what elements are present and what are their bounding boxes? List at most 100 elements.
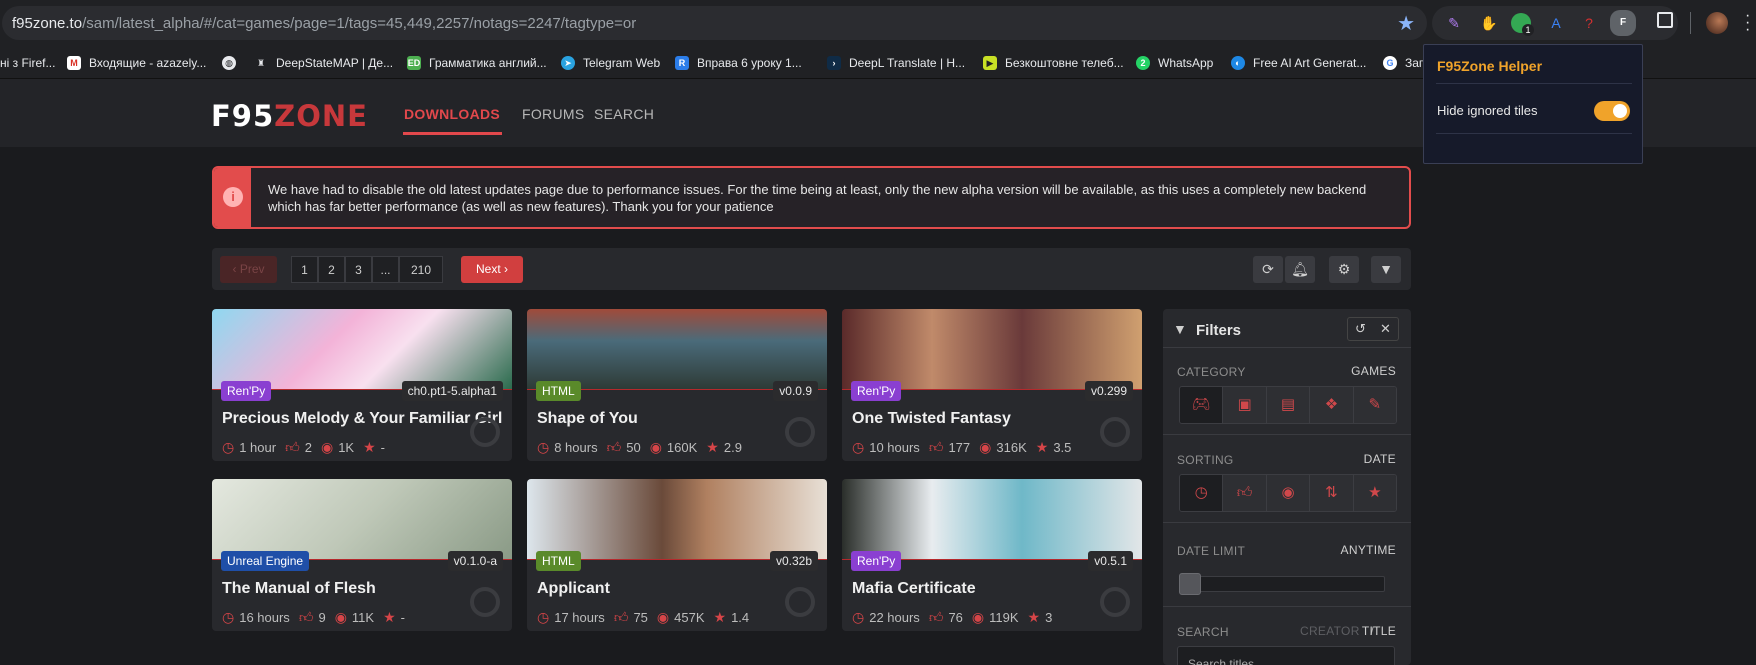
game-title[interactable]: Shape of You: [537, 410, 819, 428]
views-count: 160K: [666, 440, 698, 455]
bookmark-item[interactable]: R Вправа 6 уроку 1...: [675, 54, 802, 72]
nav-search[interactable]: SEARCH: [594, 106, 654, 122]
address-bar[interactable]: f95zone.to/sam/latest_alpha/#/cat=games/…: [2, 6, 1427, 40]
bookmark-item[interactable]: ні з Firef...: [0, 54, 55, 72]
game-title[interactable]: Precious Melody & Your Familiar Girl: [222, 410, 504, 428]
game-thumbnail[interactable]: [842, 479, 1142, 560]
hide-ignored-toggle[interactable]: [1594, 101, 1630, 121]
game-tile[interactable]: Ren'Py ch0.pt1-5.alpha1 Precious Melody & …: [212, 309, 512, 461]
extensions-puzzle-icon[interactable]: [1657, 12, 1673, 28]
star-icon: ★: [1035, 439, 1049, 455]
translate-extension-icon[interactable]: A: [1546, 13, 1566, 33]
page-1-button[interactable]: 1: [291, 256, 318, 283]
clock-icon[interactable]: ◷: [1180, 475, 1224, 511]
toolbar-divider: [1690, 12, 1691, 34]
logo-f95: F95: [211, 99, 275, 133]
browser-toolbar: f95zone.to/sam/latest_alpha/#/cat=games/…: [0, 0, 1756, 47]
game-title[interactable]: The Manual of Flesh: [222, 580, 504, 598]
filter-toggle-icon[interactable]: ▼: [1371, 256, 1401, 283]
page-3-button[interactable]: 3: [345, 256, 372, 283]
history-icon[interactable]: [1100, 587, 1130, 617]
search-mode-creator[interactable]: CREATOR: [1300, 624, 1360, 638]
game-thumbnail[interactable]: [527, 479, 827, 560]
whatsapp-icon: 2: [1136, 56, 1150, 70]
game-title[interactable]: Mafia Certificate: [852, 580, 1134, 598]
eye-icon[interactable]: ◉: [1266, 475, 1311, 511]
bookmark-item[interactable]: ED Грамматика англий...: [407, 54, 547, 72]
bell-icon[interactable]: 🔔︎: [1285, 256, 1315, 283]
game-thumbnail[interactable]: [212, 479, 512, 560]
f95-helper-extension-icon[interactable]: F: [1610, 10, 1636, 36]
film-icon[interactable]: ▤: [1266, 387, 1311, 423]
stop-hand-extension-icon[interactable]: ✋: [1479, 13, 1499, 33]
history-icon[interactable]: [1100, 417, 1130, 447]
sorting-buttons: ◷ 👍︎ ◉ ⇅ ★: [1179, 474, 1397, 512]
bookmark-item[interactable]: G Заг: [1383, 54, 1423, 72]
updated-time: 16 hours: [239, 610, 290, 625]
site-logo[interactable]: F95ZONE: [211, 101, 368, 131]
game-thumbnail[interactable]: [842, 309, 1142, 390]
divider: [1436, 133, 1632, 134]
bookmark-item[interactable]: ◍: [222, 54, 244, 72]
gear-icon[interactable]: ⚙: [1329, 256, 1359, 283]
menu-kebab-icon[interactable]: · · ·: [1745, 8, 1750, 38]
close-filters-icon[interactable]: ✕: [1373, 318, 1398, 340]
bookmark-item[interactable]: ◐ Free AI Art Generat...: [1231, 54, 1366, 72]
profile-avatar[interactable]: [1706, 12, 1728, 34]
bookmark-item[interactable]: 2 WhatsApp: [1136, 54, 1213, 72]
game-thumbnail[interactable]: [527, 309, 827, 390]
search-mode-title[interactable]: TITLE: [1362, 624, 1396, 638]
refresh-icon[interactable]: ⟳: [1253, 256, 1283, 283]
game-tile[interactable]: Unreal Engine v0.1.0-a The Manual of Flesh…: [212, 479, 512, 631]
history-icon[interactable]: [470, 417, 500, 447]
bookmark-label: DeepStateMAP | Де...: [276, 56, 394, 70]
map-icon: ♜: [256, 58, 266, 68]
page-ellipsis[interactable]: ...: [372, 256, 399, 283]
game-tile[interactable]: Ren'Py v0.5.1 Mafia Certificate ◷ 22 hours 👍︎…: [842, 479, 1142, 631]
game-tile[interactable]: HTML v0.32b Applicant ◷ 17 hours 👍︎ 75 ◉ 457K ★ 1.…: [527, 479, 827, 631]
box-icon[interactable]: ❖: [1310, 387, 1354, 423]
gamepad-icon[interactable]: 🎮︎: [1180, 387, 1224, 423]
exercise-icon: R: [675, 56, 689, 70]
bookmark-item[interactable]: ▶ Безкоштовне телеб...: [983, 54, 1124, 72]
bookmark-star-icon[interactable]: ★: [1397, 11, 1415, 36]
extensions-group: ✎ ✋ 1 A ? F: [1432, 6, 1678, 40]
bookmark-label: Входящие - azazely...: [89, 56, 207, 70]
date-limit-slider-track[interactable]: [1179, 576, 1385, 592]
image-icon[interactable]: ▣: [1223, 387, 1267, 423]
chat-extension-icon[interactable]: 1: [1511, 13, 1534, 36]
bookmark-item[interactable]: M Входящие - azazely...: [67, 54, 206, 72]
bookmark-label: Вправа 6 уроку 1...: [697, 56, 802, 70]
search-titles-input[interactable]: Search titles: [1177, 646, 1395, 665]
date-limit-slider-handle[interactable]: [1179, 573, 1201, 595]
sort-alpha-icon[interactable]: ⇅: [1310, 475, 1354, 511]
updated-time: 8 hours: [554, 440, 598, 455]
game-thumbnail[interactable]: [212, 309, 512, 390]
game-stats: ◷ 17 hours 👍︎ 75 ◉ 457K ★ 1.4: [537, 609, 749, 626]
bookmark-item[interactable]: ➤ Telegram Web: [561, 54, 660, 72]
feather-extension-icon[interactable]: ✎: [1444, 13, 1464, 33]
bookmark-item[interactable]: ♜ DeepStateMAP | Де...: [254, 54, 393, 72]
bookmark-label: ні з Firef...: [0, 56, 56, 70]
url-text[interactable]: f95zone.to/sam/latest_alpha/#/cat=games/…: [12, 15, 636, 32]
game-tile[interactable]: Ren'Py v0.299 One Twisted Fantasy ◷ 10 hours…: [842, 309, 1142, 461]
star-icon[interactable]: ★: [1353, 475, 1396, 511]
history-icon[interactable]: [785, 417, 815, 447]
history-icon[interactable]: [785, 587, 815, 617]
history-icon[interactable]: [470, 587, 500, 617]
divider: [1163, 434, 1411, 435]
reset-filters-icon[interactable]: ↺: [1348, 318, 1373, 340]
edit-icon[interactable]: ✎: [1353, 387, 1396, 423]
hook-extension-icon[interactable]: ?: [1579, 13, 1599, 33]
nav-forums[interactable]: FORUMS: [522, 106, 584, 122]
game-title[interactable]: Applicant: [537, 580, 819, 598]
nav-downloads[interactable]: DOWNLOADS: [404, 106, 500, 122]
game-tile[interactable]: HTML v0.0.9 Shape of You ◷ 8 hours 👍︎ 50 ◉ 160K ★…: [527, 309, 827, 461]
bookmark-item[interactable]: › DeepL Translate | Н...: [827, 54, 965, 72]
game-title[interactable]: One Twisted Fantasy: [852, 410, 1134, 428]
page-last-button[interactable]: 210: [399, 256, 443, 283]
next-page-button[interactable]: Next ›: [461, 256, 523, 283]
thumbs-up-icon[interactable]: 👍︎: [1223, 475, 1267, 511]
prev-page-button[interactable]: ‹ Prev: [220, 256, 277, 283]
page-2-button[interactable]: 2: [318, 256, 345, 283]
